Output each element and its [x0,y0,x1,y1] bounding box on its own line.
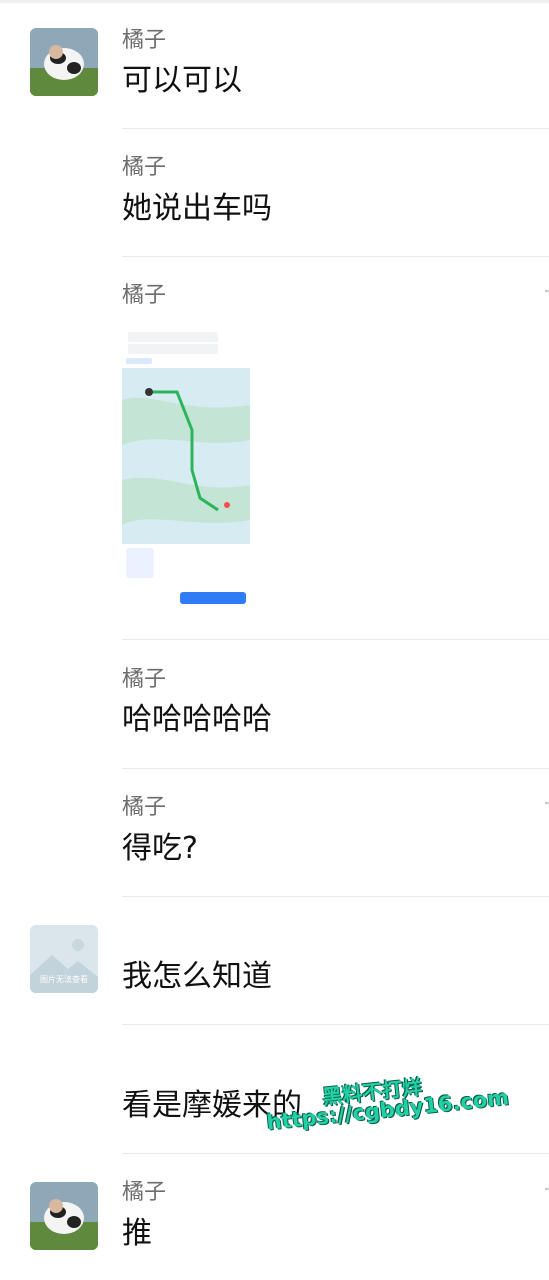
message-text: 哈哈哈哈哈 [122,702,272,737]
divider [122,639,549,640]
sender-name: 橘子 [122,283,167,308]
sender-name: 橘子 [122,155,167,180]
divider [122,768,549,769]
divider [122,1153,549,1154]
sender-name: 橘子 [122,1180,167,1205]
edge-mark [545,1188,549,1190]
edge-mark [545,290,549,292]
sender-name: 橘子 [122,28,167,53]
divider [122,128,549,129]
placeholder-caption: 图片无法查看 [40,975,88,984]
message-text: 她说出车吗 [122,191,272,226]
sender-avatar[interactable] [30,1182,98,1250]
divider [122,256,549,257]
top-divider [0,0,549,3]
divider [122,896,549,897]
message-text: 可以可以 [122,63,242,98]
sender-name: 橘子 [122,795,167,820]
message-text: 推 [122,1216,152,1251]
message-text: 我怎么知道 [122,959,272,994]
divider [122,1024,549,1025]
sender-avatar[interactable] [30,28,98,96]
sender-name: 橘子 [122,667,167,692]
map-screenshot-image[interactable] [122,320,250,610]
edge-mark [545,802,549,804]
placeholder-avatar[interactable]: 图片无法查看 [30,925,98,993]
message-text: 得吃? [122,831,198,866]
